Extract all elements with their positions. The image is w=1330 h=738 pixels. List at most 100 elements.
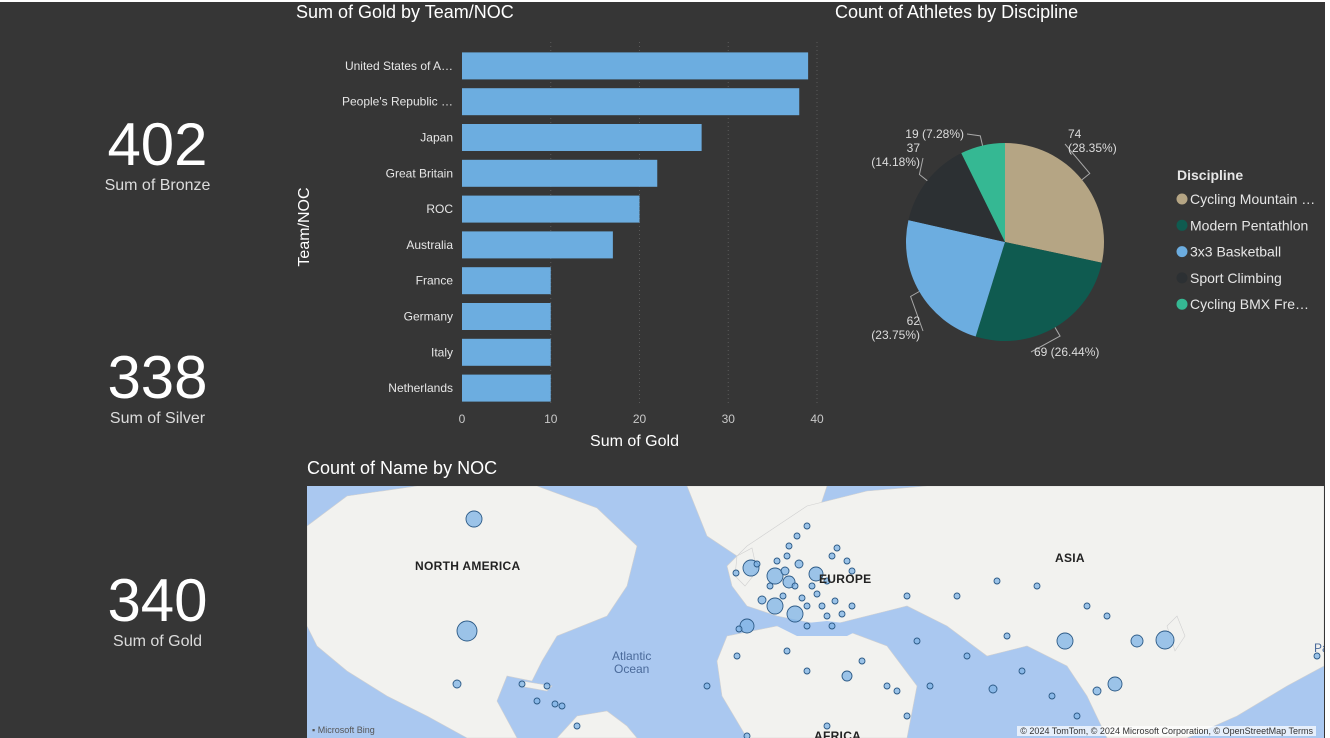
map-bubble[interactable] [743, 732, 751, 738]
bar[interactable] [462, 231, 613, 259]
map-bubble[interactable] [793, 532, 801, 540]
map-bubble[interactable] [773, 557, 781, 565]
map-bubble[interactable] [808, 582, 816, 590]
map-bubble[interactable] [753, 560, 761, 568]
map-bubble[interactable] [533, 697, 541, 705]
map-bubble[interactable] [739, 618, 755, 634]
legend-item[interactable]: Cycling BMX Fre… [1190, 296, 1309, 312]
map-bubble[interactable] [785, 542, 793, 550]
map-bubble[interactable] [963, 652, 971, 660]
map-bubble[interactable] [1073, 712, 1081, 720]
bar[interactable] [462, 88, 800, 116]
map-bubble[interactable] [733, 652, 741, 660]
map-bubble[interactable] [813, 590, 821, 598]
bar[interactable] [462, 267, 551, 295]
map-bubble[interactable] [803, 667, 811, 675]
bar[interactable] [462, 338, 551, 366]
bar[interactable] [462, 159, 658, 187]
bar[interactable] [462, 195, 640, 223]
x-tick-label: 0 [459, 412, 466, 426]
map-bubble[interactable] [551, 700, 559, 708]
map-bubble[interactable] [803, 602, 811, 610]
map-bubble[interactable] [926, 682, 934, 690]
map-bubble[interactable] [988, 684, 998, 694]
map-bubble[interactable] [953, 592, 961, 600]
map-bubble[interactable] [766, 582, 774, 590]
map-bubble[interactable] [1048, 692, 1056, 700]
map-bubble[interactable] [732, 569, 740, 577]
map-bubble[interactable] [543, 682, 551, 690]
map-bubble[interactable] [1033, 582, 1041, 590]
map-attribution[interactable]: © 2024 TomTom, © 2024 Microsoft Corporat… [1017, 726, 1316, 736]
map-bubble[interactable] [465, 510, 483, 528]
map-bubble[interactable] [883, 682, 891, 690]
map-bubble[interactable] [1107, 676, 1123, 692]
map-bubble[interactable] [703, 682, 711, 690]
kpi-silver-card[interactable]: 338 Sum of Silver [40, 348, 275, 428]
map-bubble[interactable] [558, 702, 566, 710]
map-bubble[interactable] [838, 610, 846, 618]
map-bubble[interactable] [779, 592, 787, 600]
map-bubble[interactable] [903, 712, 911, 720]
kpi-bronze-card[interactable]: 402 Sum of Bronze [40, 115, 275, 195]
map-bubble[interactable] [452, 679, 462, 689]
map-bubble[interactable] [913, 637, 921, 645]
map-bubble[interactable] [818, 602, 826, 610]
map-bubble[interactable] [780, 566, 790, 576]
map-bubble[interactable] [798, 594, 806, 602]
bar[interactable] [462, 124, 702, 151]
map-bubble[interactable] [757, 595, 767, 605]
map-bubble[interactable] [1056, 632, 1074, 650]
map-bubble[interactable] [893, 687, 901, 695]
map-bubble[interactable] [848, 602, 856, 610]
map-bubble[interactable] [573, 722, 581, 730]
map-bubble[interactable] [1092, 686, 1102, 696]
legend-marker [1176, 298, 1188, 310]
map-bubble[interactable] [518, 680, 526, 688]
map-bubble[interactable] [828, 622, 836, 630]
gold-bar-chart[interactable]: 0 10 20 30 40 United States of A… People's Rep… [290, 30, 835, 462]
map-bubble[interactable] [803, 622, 811, 630]
map-bubble[interactable] [456, 620, 478, 642]
map-bubble[interactable] [766, 597, 784, 615]
bar[interactable] [462, 52, 809, 80]
map-bubble[interactable] [1103, 612, 1111, 620]
map-bubble[interactable] [831, 597, 839, 605]
bar[interactable] [462, 303, 551, 330]
map-bubble[interactable] [1155, 630, 1175, 650]
discipline-pie-chart[interactable]: 74 (28.35%) 69 (26.44%) 62 (23.75%) 37 (14.18%… [840, 102, 1325, 382]
map-bubble[interactable] [1083, 602, 1091, 610]
map-bubble[interactable] [1130, 634, 1144, 648]
map-bubble[interactable] [858, 657, 866, 665]
kpi-gold-card[interactable]: 340 Sum of Gold [40, 571, 275, 651]
map-bubble[interactable] [794, 559, 804, 569]
legend-item[interactable]: 3x3 Basketball [1190, 244, 1281, 260]
map-bubble[interactable] [783, 552, 791, 560]
map-bubble[interactable] [803, 522, 811, 530]
map-bubble[interactable] [843, 557, 851, 565]
legend-item[interactable]: Modern Pentathlon [1190, 217, 1308, 233]
map-bubble[interactable] [1018, 667, 1026, 675]
map-bubble[interactable] [783, 647, 791, 655]
legend-item[interactable]: Sport Climbing [1190, 270, 1282, 286]
pie-data-label: 74 (28.35%) [1068, 127, 1117, 155]
map-bubble[interactable] [833, 544, 841, 552]
map-label-asia: ASIA [1055, 551, 1085, 565]
map-bubble[interactable] [1003, 632, 1011, 640]
map-bubble[interactable] [823, 612, 831, 620]
legend-item[interactable]: Cycling Mountain … [1190, 191, 1315, 207]
map-bubble[interactable] [791, 582, 799, 590]
map-bubble[interactable] [735, 625, 743, 633]
map-bubble[interactable] [841, 670, 853, 682]
pie-slice[interactable] [1005, 143, 1104, 263]
map-bubble[interactable] [786, 605, 804, 623]
kpi-silver-value: 338 [107, 344, 208, 411]
map-label-north-america: NORTH AMERICA [415, 559, 521, 573]
map-bubble[interactable] [828, 552, 836, 560]
map-bubble[interactable] [993, 577, 1001, 585]
legend-marker [1176, 272, 1188, 284]
noc-bubble-map[interactable]: NORTH AMERICA EUROPE ASIA AFRICA Atlanti… [307, 486, 1324, 738]
dashboard-canvas: 402 Sum of Bronze 338 Sum of Silver 340 … [0, 2, 1325, 738]
map-bubble[interactable] [903, 592, 911, 600]
bar[interactable] [462, 374, 551, 402]
